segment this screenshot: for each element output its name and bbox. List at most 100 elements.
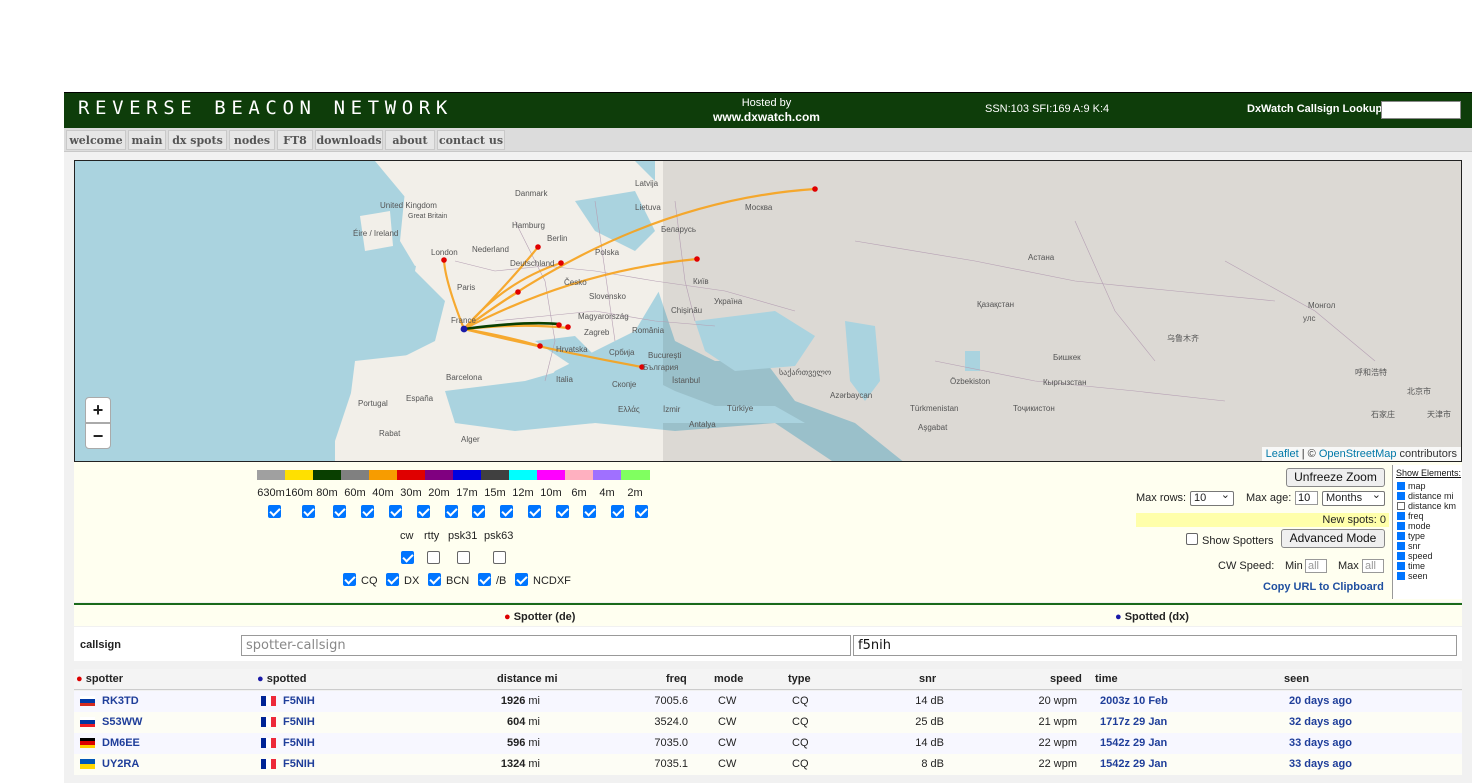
tab-welcome[interactable]: welcome xyxy=(66,130,126,150)
callsign-lookup-input[interactable] xyxy=(1381,101,1461,119)
col-snr[interactable]: snr xyxy=(919,673,936,685)
mode-checkbox-psk63[interactable] xyxy=(493,551,506,564)
tab-contact-us[interactable]: contact us xyxy=(437,130,505,150)
mode-checkbox-rtty[interactable] xyxy=(427,551,440,564)
col-spotter[interactable]: ● spotter xyxy=(76,673,123,685)
map-label: Србија xyxy=(609,348,635,357)
site-logo[interactable]: REVERSE BEACON NETWORK xyxy=(78,97,453,119)
band-checkbox-4m[interactable] xyxy=(611,505,624,518)
table-row[interactable]: UY2RA F5NIH 1324 mi 7035.1 CW CQ 8 dB 22 wpm 154… xyxy=(74,754,1462,775)
spotted-callsign[interactable]: F5NIH xyxy=(283,695,315,707)
spotted-callsign[interactable]: F5NIH xyxy=(283,737,315,749)
show-element-label: type xyxy=(1408,531,1426,541)
time-link[interactable]: 1542z 29 Jan xyxy=(1100,758,1167,770)
zoom-in-button[interactable]: + xyxy=(85,397,111,423)
band-checkbox-17m[interactable] xyxy=(472,505,485,518)
mode-checkbox-psk31[interactable] xyxy=(457,551,470,564)
cw-speed-max-label: Max xyxy=(1338,560,1359,572)
attribution-tail: contributors xyxy=(1396,448,1457,460)
time-link[interactable]: 2003z 10 Feb xyxy=(1100,695,1168,707)
table-row[interactable]: RK3TD F5NIH 1926 mi 7005.6 CW CQ 14 dB 20 wpm 20… xyxy=(74,691,1462,712)
mode-checkbox-cw[interactable] xyxy=(401,551,414,564)
speed-value: 22 wpm xyxy=(1038,758,1077,770)
band-checkbox-30m[interactable] xyxy=(417,505,430,518)
spotter-callsign[interactable]: RK3TD xyxy=(102,695,139,707)
copy-url-link[interactable]: Copy URL to Clipboard xyxy=(1263,581,1384,593)
type-checkbox-bcn[interactable] xyxy=(428,573,441,586)
spot-map[interactable]: Danmark Latvija Lietuva Москва United Ki… xyxy=(74,160,1462,462)
col-spotted[interactable]: ● spotted xyxy=(257,673,306,685)
type-checkbox-cq[interactable] xyxy=(343,573,356,586)
spotter-callsign[interactable]: UY2RA xyxy=(102,758,139,770)
time-link[interactable]: 1717z 29 Jan xyxy=(1100,716,1167,728)
col-mode[interactable]: mode xyxy=(714,673,743,685)
seen-link[interactable]: 20 days ago xyxy=(1289,695,1352,707)
tab-main[interactable]: main xyxy=(128,130,166,150)
cw-speed-min-input[interactable]: all xyxy=(1305,559,1327,573)
show-element-checkbox[interactable] xyxy=(1397,492,1405,500)
show-element-checkbox[interactable] xyxy=(1397,532,1405,540)
unfreeze-zoom-button[interactable]: Unfreeze Zoom xyxy=(1286,468,1385,487)
band-checkbox-60m[interactable] xyxy=(361,505,374,518)
max-age-input[interactable]: 10 xyxy=(1295,491,1318,505)
seen-link[interactable]: 33 days ago xyxy=(1289,758,1352,770)
spotter-callsign-input[interactable]: spotter-callsign xyxy=(241,635,851,656)
band-checkbox-10m[interactable] xyxy=(556,505,569,518)
show-element-checkbox[interactable] xyxy=(1397,562,1405,570)
spotted-callsign-input[interactable]: f5nih xyxy=(853,635,1457,656)
band-checkbox-2m[interactable] xyxy=(635,505,648,518)
max-age-unit-select[interactable]: Months xyxy=(1322,489,1385,506)
type-checkbox-ncdxf[interactable] xyxy=(515,573,528,586)
band-checkbox-15m[interactable] xyxy=(500,505,513,518)
table-row[interactable]: DM6EE F5NIH 596 mi 7035.0 CW CQ 14 dB 22 wpm 154… xyxy=(74,733,1462,754)
cw-speed-max-input[interactable]: all xyxy=(1362,559,1384,573)
band-checkbox-160m[interactable] xyxy=(302,505,315,518)
time-link[interactable]: 1542z 29 Jan xyxy=(1100,737,1167,749)
band-checkbox-6m[interactable] xyxy=(583,505,596,518)
band-checkbox-630m[interactable] xyxy=(268,505,281,518)
tab-about[interactable]: about xyxy=(385,130,435,150)
spotter-callsign[interactable]: DM6EE xyxy=(102,737,140,749)
show-element-checkbox[interactable] xyxy=(1397,502,1405,510)
show-element-checkbox[interactable] xyxy=(1397,482,1405,490)
hosted-by-link[interactable]: www.dxwatch.com xyxy=(704,110,829,124)
show-element-checkbox[interactable] xyxy=(1397,552,1405,560)
band-checkbox-80m[interactable] xyxy=(333,505,346,518)
tab-ft8[interactable]: FT8 xyxy=(277,130,313,150)
map-label: улс xyxy=(1303,314,1316,323)
spotter-dot-hrvatska xyxy=(537,343,543,349)
type-checkbox-beacon[interactable] xyxy=(478,573,491,586)
leaflet-link[interactable]: Leaflet xyxy=(1266,448,1299,460)
band-checkbox-40m[interactable] xyxy=(389,505,402,518)
band-swatch-10m xyxy=(537,470,566,480)
col-distance[interactable]: distance mi xyxy=(497,673,558,685)
show-element-checkbox[interactable] xyxy=(1397,512,1405,520)
spotted-callsign[interactable]: F5NIH xyxy=(283,758,315,770)
seen-link[interactable]: 33 days ago xyxy=(1289,737,1352,749)
table-row[interactable]: S53WW F5NIH 604 mi 3524.0 CW CQ 25 dB 21 wpm 171… xyxy=(74,712,1462,733)
show-spotters-checkbox[interactable] xyxy=(1186,533,1198,545)
spotter-callsign[interactable]: S53WW xyxy=(102,716,142,728)
type-checkbox-dx[interactable] xyxy=(386,573,399,586)
map-attribution: Leaflet | © OpenStreetMap contributors xyxy=(1261,447,1461,461)
max-rows-select[interactable]: 10 xyxy=(1190,489,1234,506)
show-element-checkbox[interactable] xyxy=(1397,542,1405,550)
band-checkbox-20m[interactable] xyxy=(445,505,458,518)
show-element-checkbox[interactable] xyxy=(1397,572,1405,580)
osm-link[interactable]: OpenStreetMap xyxy=(1319,448,1397,460)
zoom-out-button[interactable]: − xyxy=(85,423,111,449)
col-seen[interactable]: seen xyxy=(1284,673,1309,685)
band-checkbox-12m[interactable] xyxy=(528,505,541,518)
col-type[interactable]: type xyxy=(788,673,811,685)
advanced-mode-button[interactable]: Advanced Mode xyxy=(1281,529,1385,548)
col-freq[interactable]: freq xyxy=(666,673,687,685)
spotted-callsign[interactable]: F5NIH xyxy=(283,716,315,728)
tab-downloads[interactable]: downloads xyxy=(315,130,383,150)
col-time[interactable]: time xyxy=(1095,673,1118,685)
tab-dx-spots[interactable]: dx spots xyxy=(168,130,227,150)
seen-link[interactable]: 32 days ago xyxy=(1289,716,1352,728)
show-element-checkbox[interactable] xyxy=(1397,522,1405,530)
tab-nodes[interactable]: nodes xyxy=(229,130,275,150)
snr-value: 14 dB xyxy=(915,737,944,749)
col-speed[interactable]: speed xyxy=(1050,673,1082,685)
